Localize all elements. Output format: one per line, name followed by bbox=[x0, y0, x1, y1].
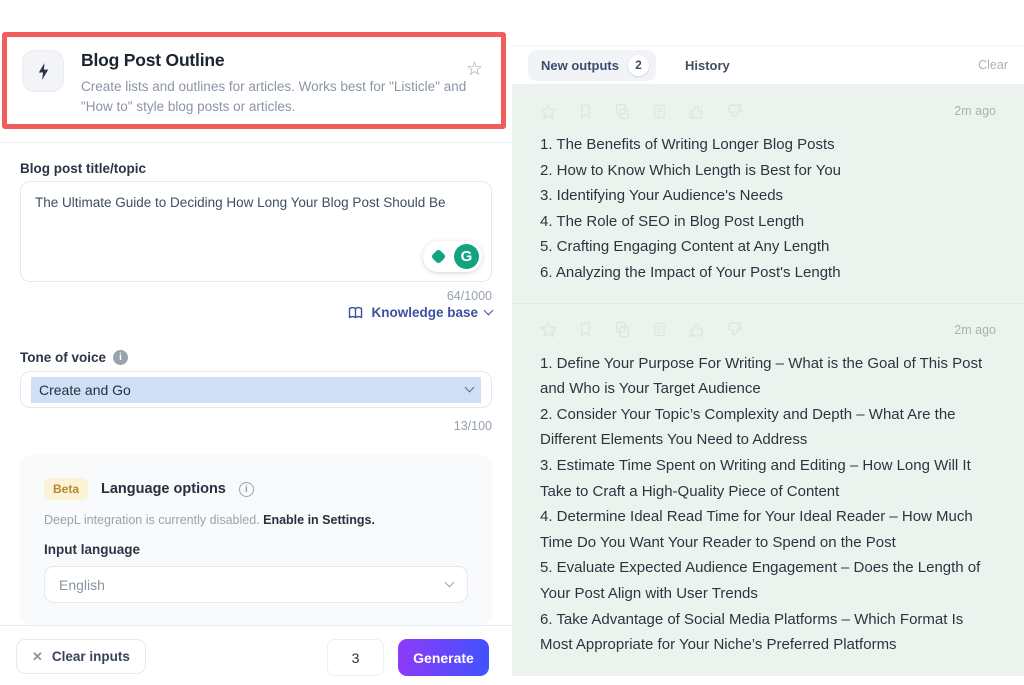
outline-item: 6. Analyzing the Impact of Your Post's L… bbox=[540, 260, 996, 286]
output-text: 1. Define Your Purpose For Writing – Wha… bbox=[540, 351, 996, 658]
outline-item: 3. Estimate Time Spent on Writing and Ed… bbox=[540, 453, 996, 504]
outline-item: 2. How to Know Which Length is Best for … bbox=[540, 158, 996, 184]
outputs-header: New outputs 2 History Clear bbox=[512, 45, 1024, 85]
thumbs-up-icon[interactable] bbox=[688, 103, 705, 120]
tool-form-panel: Blog Post Outline Create lists and outli… bbox=[0, 0, 512, 685]
thumbs-down-icon[interactable] bbox=[726, 103, 743, 120]
outline-item: 5. Evaluate Expected Audience Engagement… bbox=[540, 555, 996, 606]
input-language-select[interactable]: English bbox=[44, 566, 468, 603]
star-icon[interactable] bbox=[540, 103, 557, 120]
outline-item: 3. Identifying Your Audience's Needs bbox=[540, 183, 996, 209]
topic-label: Blog post title/topic bbox=[20, 161, 146, 176]
document-icon[interactable] bbox=[652, 321, 667, 338]
grammarly-icon[interactable]: G bbox=[454, 244, 479, 269]
topic-char-count: 64/1000 bbox=[447, 289, 492, 303]
tool-title: Blog Post Outline bbox=[81, 50, 479, 71]
outputs-panel: New outputs 2 History Clear 2m ago bbox=[512, 0, 1024, 685]
copy-icon[interactable] bbox=[614, 103, 631, 120]
tool-header: Blog Post Outline Create lists and outli… bbox=[22, 50, 488, 116]
outputs-list: 2m ago 1. The Benefits of Writing Longer… bbox=[512, 85, 1024, 676]
language-info-icon[interactable]: i bbox=[239, 482, 254, 497]
lightning-icon bbox=[22, 50, 64, 92]
language-options-title: Language options bbox=[101, 481, 226, 497]
topic-input[interactable]: The Ultimate Guide to Deciding How Long … bbox=[20, 181, 492, 282]
outline-item: 4. The Role of SEO in Blog Post Length bbox=[540, 209, 996, 235]
tone-select[interactable]: Create and Go bbox=[20, 371, 492, 408]
close-icon: ✕ bbox=[32, 649, 43, 665]
bookmark-icon[interactable] bbox=[578, 321, 593, 338]
grammarly-suggestion-icon[interactable] bbox=[426, 244, 451, 269]
chevron-down-icon bbox=[445, 578, 455, 588]
outline-item: 1. Define Your Purpose For Writing – Wha… bbox=[540, 351, 996, 402]
copy-icon[interactable] bbox=[614, 321, 631, 338]
output-timestamp: 2m ago bbox=[954, 104, 996, 118]
bookmark-icon[interactable] bbox=[578, 103, 593, 120]
new-outputs-count-badge: 2 bbox=[628, 55, 649, 76]
clear-outputs-button[interactable]: Clear bbox=[978, 58, 1008, 72]
language-options-card: Beta Language options i DeepL integratio… bbox=[20, 455, 492, 625]
tone-info-icon[interactable]: i bbox=[113, 350, 128, 365]
document-icon[interactable] bbox=[652, 103, 667, 120]
input-language-label: Input language bbox=[44, 542, 468, 557]
outline-item: 4. Determine Ideal Read Time for Your Id… bbox=[540, 504, 996, 555]
enable-in-settings-link[interactable]: Enable in Settings. bbox=[263, 513, 375, 527]
input-language-value: English bbox=[59, 577, 105, 593]
grammarly-widget[interactable]: G bbox=[423, 241, 482, 272]
header-divider bbox=[0, 142, 512, 143]
star-icon[interactable] bbox=[540, 321, 557, 338]
thumbs-down-icon[interactable] bbox=[726, 321, 743, 338]
chevron-down-icon bbox=[465, 383, 475, 393]
deepl-notice: DeepL integration is currently disabled.… bbox=[44, 513, 468, 527]
form-footer-bar: ✕ Clear inputs 3 Generate bbox=[0, 625, 512, 685]
tone-selected-text: Create and Go bbox=[31, 377, 481, 403]
tab-new-outputs[interactable]: New outputs 2 bbox=[528, 50, 656, 81]
tone-char-count: 13/100 bbox=[454, 419, 492, 433]
tab-history[interactable]: History bbox=[685, 58, 730, 73]
generate-button[interactable]: Generate bbox=[398, 639, 489, 676]
output-timestamp: 2m ago bbox=[954, 323, 996, 337]
output-card: 2m ago 1. The Benefits of Writing Longer… bbox=[540, 85, 996, 286]
outline-item: 2. Consider Your Topic’s Complexity and … bbox=[540, 402, 996, 453]
favorite-star-icon[interactable]: ☆ bbox=[466, 60, 483, 79]
beta-badge: Beta bbox=[44, 478, 88, 500]
output-count-input[interactable]: 3 bbox=[327, 639, 384, 676]
outline-item: 5. Crafting Engaging Content at Any Leng… bbox=[540, 234, 996, 260]
output-card: 2m ago 1. Define Your Purpose For Writin… bbox=[540, 304, 996, 658]
clear-inputs-button[interactable]: ✕ Clear inputs bbox=[16, 639, 146, 674]
chevron-down-icon bbox=[484, 306, 494, 316]
tone-label: Tone of voice bbox=[20, 350, 106, 365]
topic-input-value: The Ultimate Guide to Deciding How Long … bbox=[35, 195, 446, 210]
tool-description: Create lists and outlines for articles. … bbox=[81, 77, 479, 116]
output-text: 1. The Benefits of Writing Longer Blog P… bbox=[540, 132, 996, 286]
knowledge-base-toggle[interactable]: Knowledge base bbox=[348, 305, 492, 320]
thumbs-up-icon[interactable] bbox=[688, 321, 705, 338]
book-icon bbox=[348, 306, 364, 320]
knowledge-base-label: Knowledge base bbox=[371, 305, 478, 320]
app-window: Blog Post Outline Create lists and outli… bbox=[0, 0, 1024, 685]
outline-item: 1. The Benefits of Writing Longer Blog P… bbox=[540, 132, 996, 158]
outline-item: 6. Take Advantage of Social Media Platfo… bbox=[540, 607, 996, 658]
